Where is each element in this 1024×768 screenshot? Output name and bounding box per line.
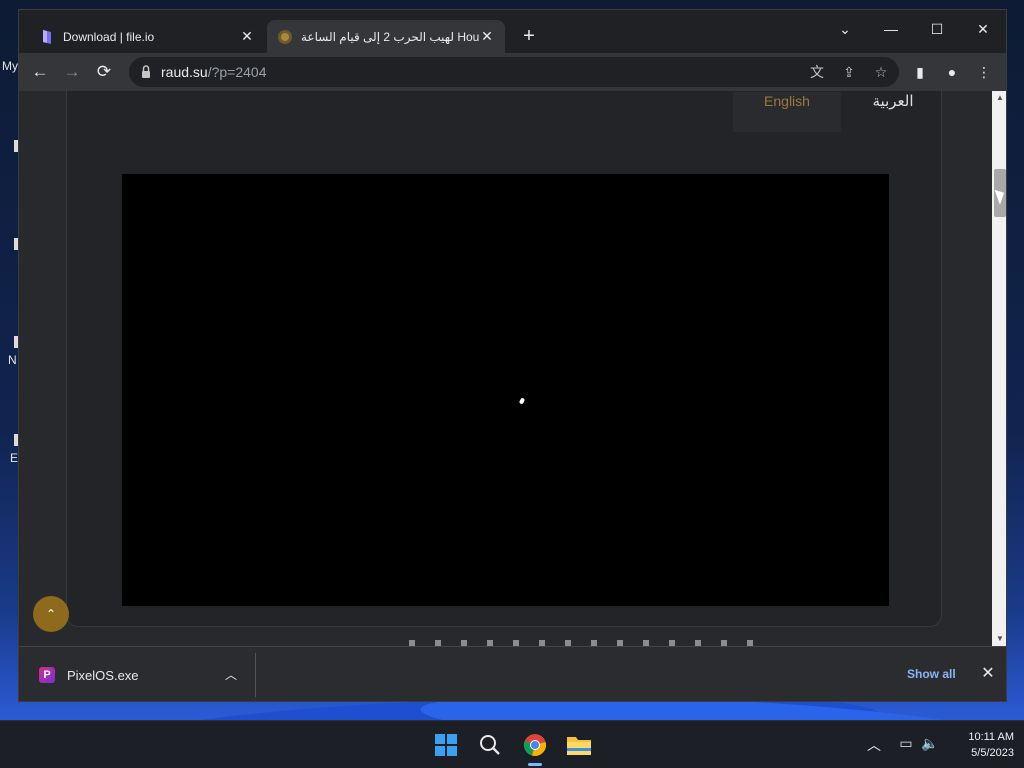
url-host: raud.su <box>161 64 208 80</box>
video-player[interactable] <box>122 174 889 606</box>
forward-arrow-icon[interactable]: → <box>59 59 85 85</box>
file-explorer-icon[interactable] <box>563 729 595 761</box>
clock-date: 5/5/2023 <box>971 747 1014 759</box>
menu-kebab-icon[interactable]: ⋮ <box>973 61 995 83</box>
clock-time: 10:11 AM <box>968 731 1014 743</box>
close-shelf-icon[interactable]: ✕ <box>979 663 997 685</box>
pixelos-file-icon[interactable]: P <box>39 667 55 683</box>
bookmark-star-icon[interactable]: ☆ <box>871 62 891 82</box>
translate-icon[interactable]: 文 <box>807 62 827 82</box>
tab-title: لهيب الحرب 2 إلى قيام الساعة Hour <box>301 29 479 44</box>
share-icon[interactable]: ⇪ <box>839 62 859 82</box>
tab-file-io[interactable]: Download | file.io ✕ <box>29 20 265 53</box>
minimize-button[interactable]: — <box>868 14 914 44</box>
download-shelf: P PixelOS.exe ︿ Show all ✕ <box>19 646 1006 701</box>
scroll-down-arrow-icon[interactable]: ▼ <box>992 632 1006 646</box>
taskbar: ︿ ▭ 🔈 10:11 AM 5/5/2023 <box>0 720 1024 768</box>
active-app-indicator <box>528 763 542 766</box>
lang-arabic-button[interactable]: العربية <box>853 92 933 112</box>
back-arrow-icon[interactable]: ← <box>27 59 53 85</box>
tab-raud[interactable]: لهيب الحرب 2 إلى قيام الساعة Hour ✕ <box>267 20 505 53</box>
lang-english-button[interactable]: English <box>733 92 841 132</box>
desktop-icon-label[interactable]: My <box>2 59 18 73</box>
chrome-icon[interactable] <box>519 729 551 761</box>
chevron-up-icon[interactable]: ︿ <box>223 665 239 685</box>
tab-close-icon[interactable]: ✕ <box>479 28 495 45</box>
language-switcher: English العربية <box>733 92 943 132</box>
search-icon[interactable] <box>474 729 506 761</box>
file-io-favicon-icon <box>39 29 55 45</box>
tab-close-icon[interactable]: ✕ <box>239 28 255 45</box>
system-clock[interactable]: 10:11 AM 5/5/2023 <box>944 729 1014 761</box>
desktop-icon-label[interactable]: N <box>8 353 17 367</box>
windows-logo-icon <box>435 734 457 756</box>
quran-favicon-icon <box>277 29 293 45</box>
download-filename[interactable]: PixelOS.exe <box>67 668 139 683</box>
address-bar[interactable]: raud.su/?p=2404 文 ⇪ ☆ <box>129 57 899 87</box>
lock-icon[interactable] <box>141 64 151 80</box>
page-viewport: English العربية ⌃ <box>19 91 992 646</box>
tray-overflow-chevron-icon[interactable]: ︿ <box>864 735 884 755</box>
reload-icon[interactable]: ⟳ <box>91 59 117 85</box>
scroll-up-arrow-icon[interactable]: ▲ <box>992 91 1006 105</box>
scroll-to-top-button[interactable]: ⌃ <box>33 596 69 632</box>
shelf-divider <box>255 653 256 697</box>
content-card: English العربية <box>66 91 942 627</box>
network-icon[interactable]: ▭ <box>896 735 916 752</box>
volume-icon[interactable]: 🔈 <box>920 735 940 752</box>
browser-window: Download | file.io ✕ لهيب الحرب 2 إلى قي… <box>18 9 1007 702</box>
tab-search-dropdown-icon[interactable]: ⌄ <box>822 14 868 44</box>
profile-icon[interactable]: ● <box>941 61 963 83</box>
url-path: /?p=2404 <box>207 64 267 80</box>
side-panel-icon[interactable]: ▮ <box>909 61 931 83</box>
close-window-button[interactable]: ✕ <box>960 14 1006 44</box>
desktop-icon-label[interactable]: E <box>10 451 18 465</box>
new-tab-button[interactable]: + <box>517 24 541 48</box>
tab-strip: Download | file.io ✕ لهيب الحرب 2 إلى قي… <box>19 10 1006 53</box>
page-scrollbar[interactable]: ▲ ▼ <box>992 91 1006 646</box>
url-text[interactable]: raud.su/?p=2404 <box>161 64 267 80</box>
start-button[interactable] <box>430 729 462 761</box>
tab-title: Download | file.io <box>63 29 155 44</box>
loading-spinner-icon <box>518 397 526 405</box>
browser-toolbar: ← → ⟳ raud.su/?p=2404 文 ⇪ ☆ ▮ ● ⋮ <box>19 53 1006 91</box>
show-all-button[interactable]: Show all <box>907 667 956 681</box>
maximize-button[interactable]: ☐ <box>914 14 960 44</box>
